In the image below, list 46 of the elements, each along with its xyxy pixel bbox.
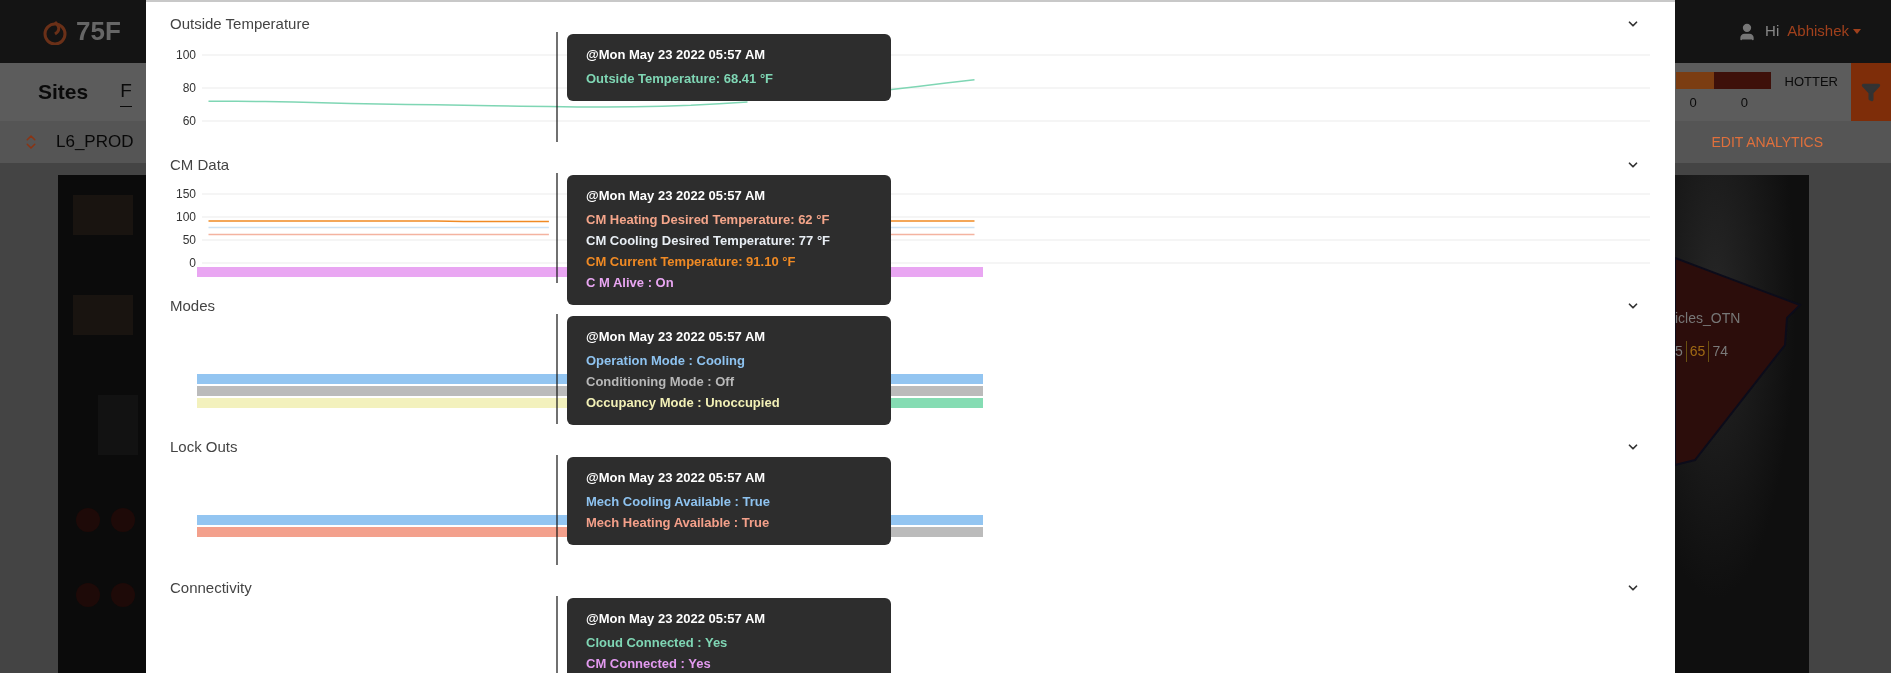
site-name: L6_PROD [56, 131, 134, 154]
chart-title: Modes [170, 295, 216, 316]
tooltip-timestamp: @Mon May 23 2022 05:57 AM [586, 46, 767, 64]
edit-analytics-link[interactable]: EDIT ANALYTICS [1711, 131, 1823, 153]
tooltip-entry: C M Alive : On [586, 274, 675, 292]
chart-title: CM Data [170, 154, 230, 175]
tooltip-entry: CM Current Temperature: 91.10 °F [586, 253, 797, 271]
y-tick-label: 60 [182, 114, 196, 128]
tooltip-timestamp: @Mon May 23 2022 05:57 AM [586, 610, 767, 628]
chart-title: Outside Temperature [170, 13, 310, 34]
chart-title: Lock Outs [170, 436, 238, 457]
caret-icon [1853, 29, 1861, 34]
zone-reading: 65 [1685, 341, 1709, 362]
tooltip-timestamp: @Mon May 23 2022 05:57 AM [586, 328, 767, 346]
tooltip-timestamp: @Mon May 23 2022 05:57 AM [586, 469, 767, 487]
y-tick-label: 50 [182, 233, 196, 247]
tooltip-entry: CM Cooling Desired Temperature: 77 °F [586, 232, 832, 250]
tooltip-entry: Operation Mode : Cooling [586, 352, 746, 370]
y-tick-label: 80 [182, 81, 196, 95]
legend-count: 0 [1689, 93, 1697, 112]
y-tick-label: 100 [175, 210, 196, 224]
zone-reading: 74 [1708, 341, 1731, 362]
y-tick-label: 0 [189, 256, 196, 270]
page-title: Sites [38, 79, 89, 106]
y-tick-label: 150 [175, 187, 196, 201]
tooltip-timestamp: @Mon May 23 2022 05:57 AM [586, 187, 767, 205]
legend-count: 0 [1740, 93, 1748, 112]
tooltip-entry: CM Heating Desired Temperature: 62 °F [586, 211, 831, 229]
tooltip-entry: Occupancy Mode : Unoccupied [586, 394, 781, 412]
tooltip-entry: Conditioning Mode : Off [586, 373, 735, 391]
logo-icon [42, 18, 68, 45]
tab[interactable]: F [120, 77, 132, 107]
y-tick-label: 100 [175, 48, 196, 62]
user-menu[interactable]: Abhishek [1787, 20, 1861, 43]
legend-label: HOTTER [1784, 73, 1838, 92]
tooltip-entry: Outside Temperature: 68.41 °F [586, 70, 774, 88]
tooltip-entry: Mech Cooling Available : True [586, 493, 771, 511]
zone-reading: 5 [1675, 342, 1684, 361]
greeting: Hi [1765, 21, 1780, 42]
tooltip-entry: CM Connected : Yes [586, 655, 712, 673]
tooltip-entry: Cloud Connected : Yes [586, 634, 729, 652]
tooltip-entry: Mech Heating Available : True [586, 514, 771, 532]
chart-title: Connectivity [170, 577, 252, 598]
logo-text: 75F [76, 15, 121, 48]
filter-icon [1861, 82, 1881, 102]
zone-name: icles_OTN [1675, 309, 1741, 328]
